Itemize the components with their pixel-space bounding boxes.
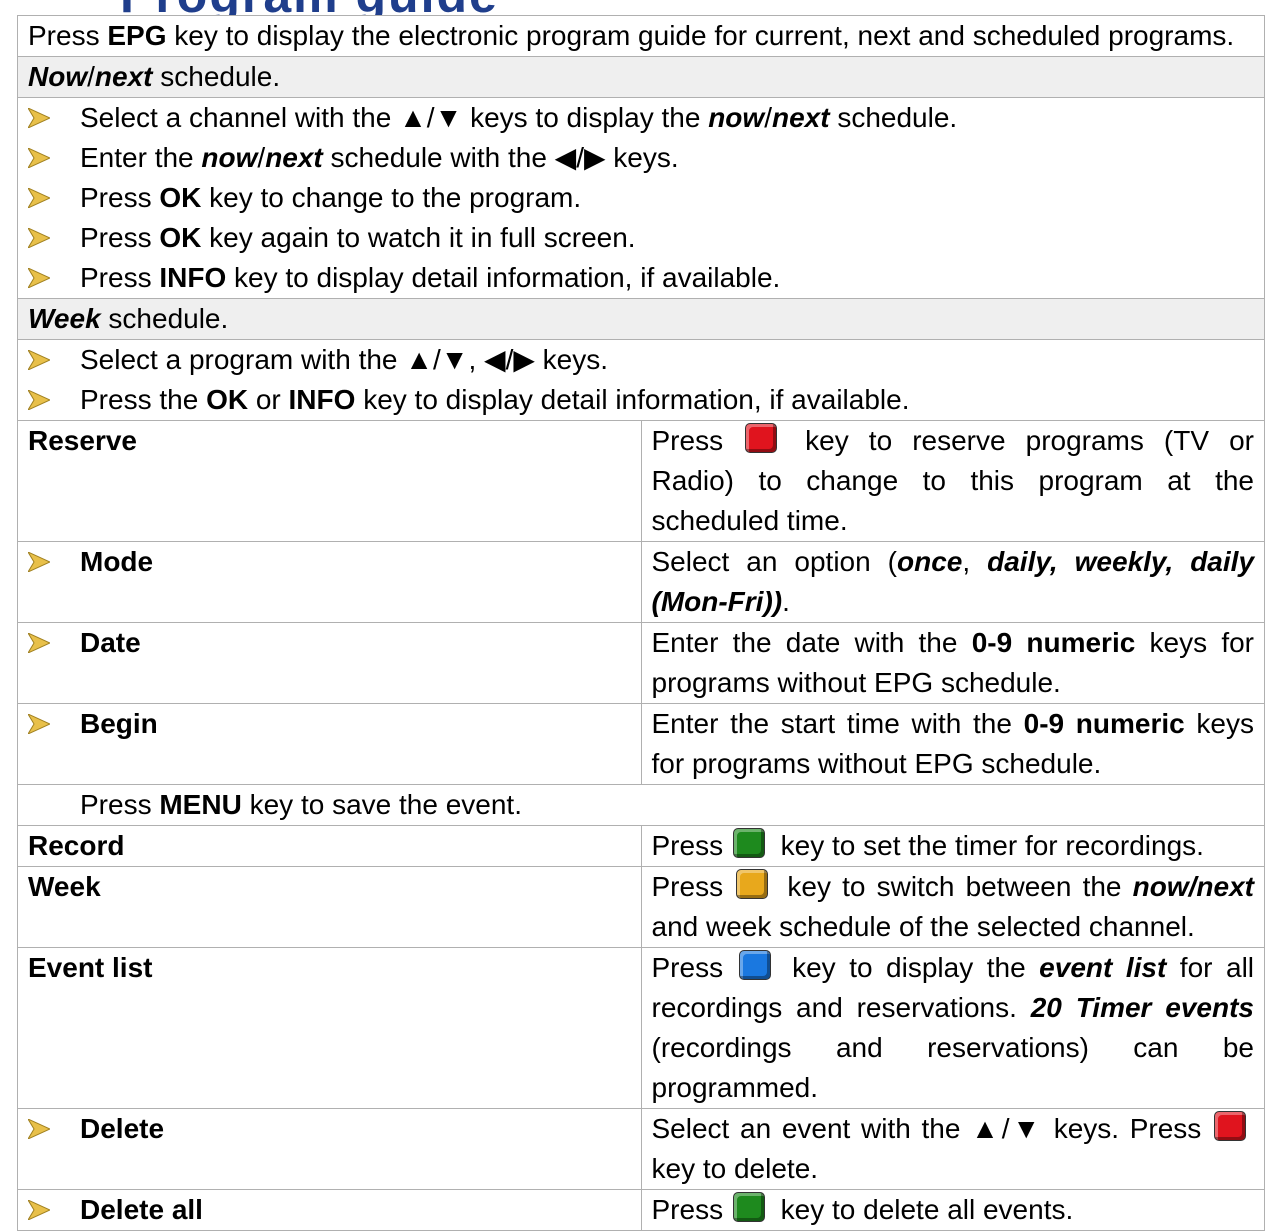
- list-item: Press the OK or INFO key to display deta…: [28, 380, 1254, 420]
- nownext-list: Select a channel with the ▲/▼ keys to di…: [17, 97, 1265, 299]
- green-key-icon: [732, 1192, 765, 1222]
- delete-all-label: Delete all: [17, 1189, 642, 1231]
- arrow-bullet-icon: [28, 552, 50, 572]
- list-item: Select a program with the ▲/▼, ◀/▶ keys.: [28, 340, 1254, 380]
- blue-key-icon: [738, 950, 771, 980]
- reserve-label: Reserve: [17, 420, 642, 542]
- arrow-bullet-icon: [28, 268, 50, 288]
- intro-cell: Press EPG key to display the electronic …: [17, 15, 1265, 57]
- eventlist-label: Event list: [17, 947, 642, 1109]
- yellow-key-icon: [736, 869, 769, 899]
- record-desc: Press key to set the timer for recording…: [640, 825, 1265, 867]
- list-item: Enter the now/next schedule with the ◀/▶…: [28, 138, 1254, 178]
- red-key-icon: [1214, 1111, 1246, 1141]
- list-item: Press OK key again to watch it in full s…: [28, 218, 1254, 258]
- week-list: Select a program with the ▲/▼, ◀/▶ keys.…: [17, 339, 1265, 421]
- section-title-fragment: Program guide: [0, 0, 1269, 16]
- delete-all-desc: Press key to delete all events.: [640, 1189, 1265, 1231]
- delete-label: Delete: [17, 1108, 642, 1190]
- red-key-icon: [745, 423, 778, 453]
- arrow-bullet-icon: [28, 714, 50, 734]
- instruction-table: Press EPG key to display the electronic …: [17, 15, 1265, 1231]
- date-label: Date: [17, 622, 642, 704]
- list-item: Press OK key to change to the program.: [28, 178, 1254, 218]
- arrow-bullet-icon: [28, 188, 50, 208]
- arrow-bullet-icon: [28, 633, 50, 653]
- begin-desc: Enter the start time with the 0-9 numeri…: [640, 703, 1265, 785]
- arrow-bullet-icon: [28, 1200, 50, 1220]
- record-label: Record: [17, 825, 642, 867]
- eventlist-desc: Press key to display the event list for …: [640, 947, 1265, 1109]
- epg-key-name: EPG: [107, 20, 167, 51]
- arrow-bullet-icon: [28, 1119, 50, 1139]
- week-header: Week schedule.: [17, 298, 1265, 340]
- date-desc: Enter the date with the 0-9 numeric keys…: [640, 622, 1265, 704]
- week-desc: Press key to switch between the now/next…: [640, 866, 1265, 948]
- list-item: Select a channel with the ▲/▼ keys to di…: [28, 98, 1254, 138]
- save-note: Press MENU key to save the event.: [17, 784, 1265, 826]
- reserve-desc: Press key to reserve programs (TV or Rad…: [640, 420, 1265, 542]
- arrow-bullet-icon: [28, 108, 50, 128]
- arrow-bullet-icon: [28, 148, 50, 168]
- mode-label: Mode: [17, 541, 642, 623]
- delete-desc: Select an event with the ▲/▼ keys. Press…: [640, 1108, 1265, 1190]
- arrow-bullet-icon: [28, 390, 50, 410]
- nownext-header: Now/next schedule.: [17, 56, 1265, 98]
- menu-key-name: MENU: [159, 789, 242, 820]
- green-key-icon: [732, 828, 765, 858]
- arrow-bullet-icon: [28, 228, 50, 248]
- list-item: Press INFO key to display detail informa…: [28, 258, 1254, 298]
- week-label: Week: [17, 866, 642, 948]
- begin-label: Begin: [17, 703, 642, 785]
- section-title: Program guide: [120, 0, 499, 16]
- mode-desc: Select an option (once, daily, weekly, d…: [640, 541, 1265, 623]
- arrow-bullet-icon: [28, 350, 50, 370]
